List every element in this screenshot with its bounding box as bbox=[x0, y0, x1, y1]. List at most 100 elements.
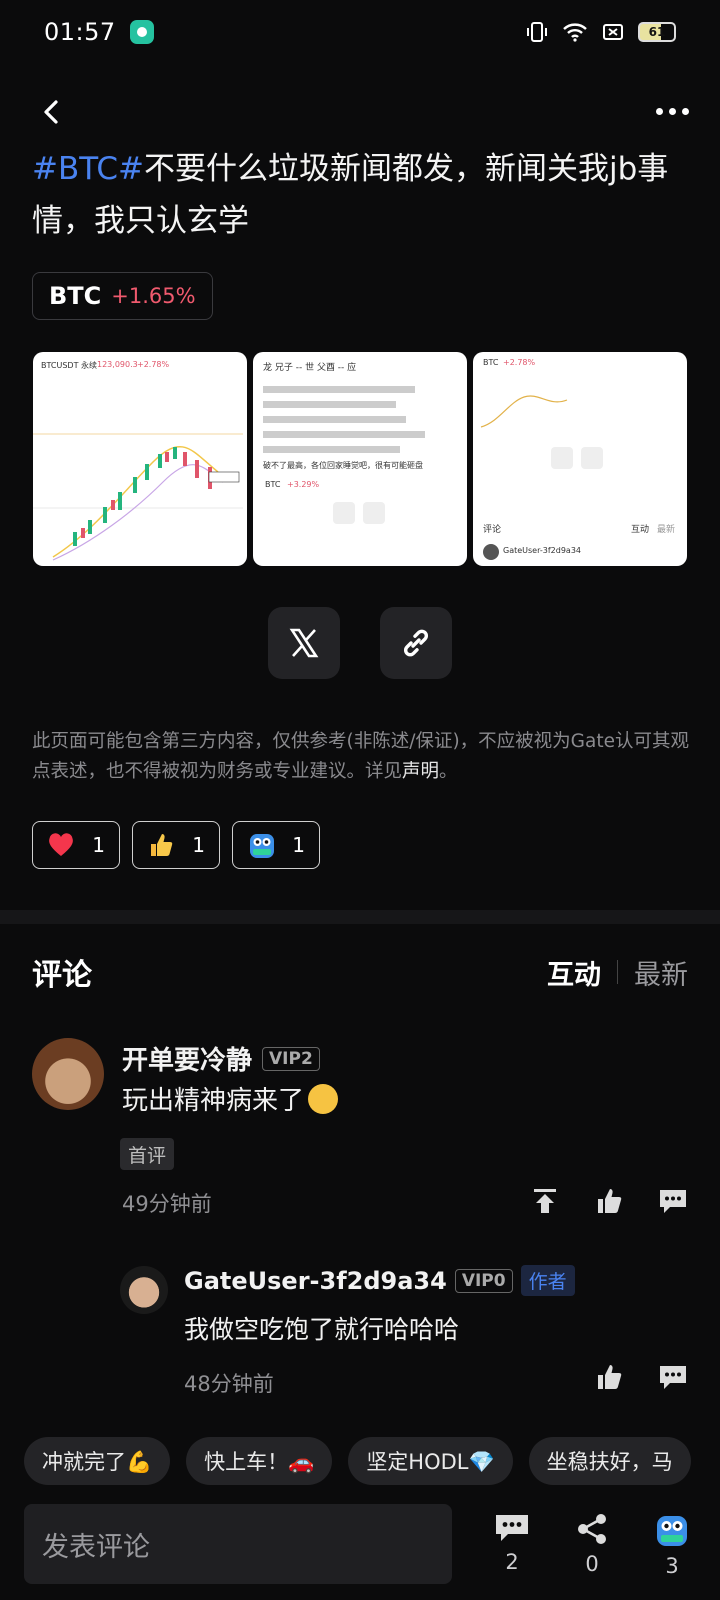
comment-input[interactable]: 发表评论 bbox=[24, 1504, 452, 1584]
status-icons: 61 bbox=[526, 21, 676, 43]
thumb3-tab2: 最新 bbox=[657, 525, 676, 535]
sort-interaction-tab[interactable]: 互动 bbox=[547, 953, 601, 992]
sort-latest-tab[interactable]: 最新 bbox=[634, 953, 688, 992]
thumbs-up-icon bbox=[598, 1189, 622, 1213]
thumb3-x-icon bbox=[551, 447, 573, 469]
reply-button[interactable] bbox=[656, 1184, 690, 1218]
like-button[interactable] bbox=[592, 1184, 626, 1218]
sort-separator bbox=[617, 960, 618, 984]
quick-reply-chip[interactable]: 快上车！🚗 bbox=[186, 1437, 333, 1485]
thumb-change: +2.78% bbox=[137, 360, 170, 369]
comments-count: 2 bbox=[505, 1550, 519, 1574]
thumb3-avatar bbox=[483, 544, 499, 560]
chevron-left-icon bbox=[44, 100, 58, 124]
share-count-button[interactable]: 0 bbox=[567, 1512, 617, 1576]
status-time: 01:57 bbox=[44, 18, 116, 46]
comment-actions bbox=[528, 1184, 690, 1218]
sim-off-icon bbox=[603, 24, 623, 40]
more-options-button[interactable] bbox=[652, 96, 692, 126]
copy-link-button[interactable] bbox=[380, 607, 452, 679]
hashtag-link[interactable]: #BTC# bbox=[32, 151, 144, 187]
share-buttons bbox=[0, 607, 720, 679]
quick-reply-chip[interactable]: 坚定HODL💎 bbox=[348, 1437, 513, 1485]
comments-heading: 评论 bbox=[32, 958, 92, 993]
hodl-count: 3 bbox=[665, 1554, 679, 1578]
share-count: 0 bbox=[585, 1552, 599, 1576]
comments-count-button[interactable]: 2 bbox=[487, 1512, 537, 1574]
share-x-button[interactable] bbox=[268, 607, 340, 679]
quick-replies: 冲就完了💪 快上车！🚗 坚定HODL💎 坐稳扶好，马 bbox=[24, 1437, 720, 1485]
reply-button[interactable] bbox=[656, 1360, 690, 1394]
comment-icon bbox=[660, 1190, 686, 1213]
disclaimer-text: 此页面可能包含第三方内容，仅供参考(非陈述/保证)，不应被视为Gate认可其观点… bbox=[32, 727, 692, 787]
thumb3-minichart bbox=[480, 395, 568, 428]
comment-time: 49分钟前 bbox=[122, 1192, 212, 1216]
vip-badge: VIP0 bbox=[454, 1268, 513, 1293]
candlestick-chart bbox=[33, 433, 243, 561]
thumb-note: 破不了最高，各位回家睡觉吧，很有可能砸盘 bbox=[263, 461, 423, 470]
comment-icon bbox=[660, 1366, 686, 1389]
coin-change: +1.65% bbox=[111, 284, 196, 308]
post-title: #BTC#不要什么垃圾新闻都发，新闻关我jb事情，我只认玄学 bbox=[32, 143, 692, 247]
reaction-hodl-button[interactable]: 1 bbox=[232, 821, 320, 869]
disclaimer-end: 。 bbox=[439, 761, 458, 782]
thumb-price: 123,090.3 bbox=[97, 360, 138, 369]
comment-body: 玩出精神病来了 bbox=[122, 1086, 305, 1116]
pin-top-button[interactable] bbox=[528, 1184, 562, 1218]
reaction-count: 1 bbox=[92, 833, 105, 857]
like-button[interactable] bbox=[592, 1360, 626, 1394]
coin-symbol: BTC bbox=[49, 282, 102, 310]
wifi-icon bbox=[563, 23, 587, 42]
reaction-thumbs-up-button[interactable]: 1 bbox=[132, 821, 220, 869]
heart-icon bbox=[49, 833, 73, 856]
hodl-owl-icon bbox=[657, 1516, 687, 1546]
thumb3-coin: BTC bbox=[483, 358, 499, 367]
back-button[interactable] bbox=[32, 92, 72, 132]
image-gallery: BTCUSDT 永续 123,090.3 +2.78% 龙 兄子 -- 世 父酉… bbox=[33, 352, 687, 566]
reply-text: 我做空吃饱了就行哈哈哈 bbox=[184, 1315, 460, 1344]
thumb3-user: GateUser-3f2d9a34 bbox=[503, 546, 582, 555]
first-comment-badge: 首评 bbox=[120, 1138, 175, 1170]
disclaimer-link[interactable]: 声明 bbox=[402, 761, 439, 782]
avatar[interactable] bbox=[32, 1038, 104, 1110]
quick-reply-chip[interactable]: 坐稳扶好，马 bbox=[528, 1437, 691, 1485]
image-thumbnail-text[interactable]: 龙 兄子 -- 世 父酉 -- 应 破不了最高，各位回家睡觉吧，很有可能砸盘 B… bbox=[253, 352, 467, 566]
battery-icon: 61 bbox=[638, 22, 676, 42]
share-icon bbox=[578, 1514, 606, 1544]
thumb-link-icon bbox=[363, 502, 385, 524]
disclaimer-body: 此页面可能包含第三方内容，仅供参考(非陈述/保证)，不应被视为Gate认可其观点… bbox=[32, 731, 689, 782]
comments-header: 评论 互动 最新 bbox=[32, 950, 688, 994]
x-logo-icon bbox=[289, 628, 319, 658]
author-badge: 作者 bbox=[520, 1265, 575, 1296]
thumb-line: 龙 兄子 -- 世 父酉 -- 应 bbox=[263, 363, 357, 373]
thumb-x-icon bbox=[333, 502, 355, 524]
image-thumbnail-chart[interactable]: BTCUSDT 永续 123,090.3 +2.78% bbox=[33, 352, 247, 566]
sweat-smile-emoji-icon bbox=[308, 1083, 339, 1114]
quick-reply-chip[interactable]: 冲就完了💪 bbox=[24, 1437, 171, 1485]
hodl-count-button[interactable]: 3 bbox=[647, 1512, 697, 1578]
thumb-coin: BTC bbox=[265, 480, 281, 489]
reaction-heart-button[interactable]: 1 bbox=[32, 821, 120, 869]
reactions-row: 1 1 1 bbox=[32, 821, 320, 869]
thumb3-change: +2.78% bbox=[503, 358, 536, 367]
image-thumbnail-screenshot[interactable]: BTC +2.78% 评论 互动 最新 GateUser-3f2d9a34 bbox=[473, 352, 687, 566]
reply-time: 48分钟前 bbox=[184, 1372, 274, 1396]
pin-top-icon bbox=[534, 1189, 556, 1213]
comments-sort: 互动 最新 bbox=[547, 953, 688, 992]
comment-text: 玩出精神病来了 bbox=[122, 1080, 339, 1117]
coin-tag[interactable]: BTC +1.65% bbox=[32, 272, 213, 320]
thumbs-up-icon bbox=[151, 834, 173, 856]
app-notification-icon bbox=[129, 20, 154, 44]
thumb-lines-block bbox=[263, 378, 453, 461]
comment-author[interactable]: 开单要冷静 VIP2 bbox=[122, 1040, 320, 1077]
comment-icon bbox=[496, 1515, 528, 1541]
avatar[interactable] bbox=[120, 1266, 168, 1314]
reply-author[interactable]: GateUser-3f2d9a34 VIP0 作者 bbox=[184, 1265, 575, 1296]
vibrate-icon bbox=[527, 22, 547, 42]
link-icon bbox=[403, 629, 429, 657]
thumb3-tab: 互动 bbox=[631, 525, 650, 535]
top-navigation bbox=[0, 84, 720, 140]
vip-badge: VIP2 bbox=[262, 1046, 320, 1071]
status-bar: 01:57 61 bbox=[0, 0, 720, 64]
reaction-count: 1 bbox=[292, 833, 305, 857]
